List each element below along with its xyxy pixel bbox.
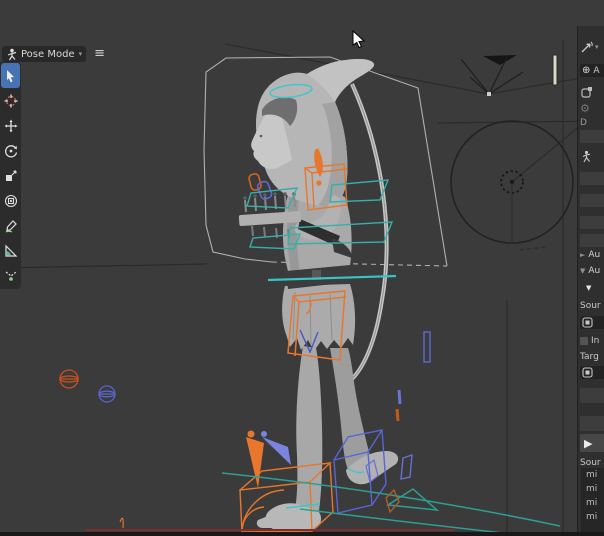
blender-window: File Edit Render Window Help Layout Mode… [0,0,604,536]
rotate-icon [4,144,18,158]
add-button[interactable]: ⊕ A [580,64,604,77]
pose-mode-icon [6,48,18,61]
viewport-3d[interactable] [0,0,604,536]
bone-segment-orange[interactable] [397,409,398,421]
mouse-cursor [352,30,366,48]
truncated-label-d: D [580,118,604,128]
influence-checkbox-row[interactable]: In [580,336,604,346]
chevron-down-icon: ▾ [595,43,599,51]
right-sidebar-panel: ▾ ⊕ A ⚙ D ► Au [577,26,604,536]
source2-label: Sour [580,458,604,468]
hamburger-menu-icon[interactable]: ≡ [94,47,105,61]
mode-value: Pose Mode [21,49,75,60]
play-button[interactable]: ▶ [580,434,604,452]
plus-circle-icon: ⊕ [582,65,590,76]
panel-editor-selector[interactable]: ▾ [580,40,604,54]
source-label: Sour [580,301,604,311]
bottom-editor-edge [0,532,604,536]
annotate-pencil-icon [4,219,18,233]
animation-list[interactable]: mi mi mi mi [581,468,604,534]
panel-button[interactable] [580,194,604,207]
cursor-3d-icon [4,94,18,108]
influence-label: In [591,336,599,346]
add-button-label: A [593,66,599,76]
sub-arrow-icon: ▼ [586,284,591,292]
tool-rotate[interactable] [1,138,20,163]
bone-shape-tab[interactable] [580,86,604,99]
list-item[interactable]: mi [581,482,604,496]
target-datablock-dropdown[interactable] [580,366,604,379]
panel-button[interactable] [580,388,604,403]
panel-button[interactable] [580,216,604,229]
breakdowner-icon [4,270,18,282]
mode-dropdown[interactable]: Pose Mode ▾ [2,46,86,62]
select-box-icon [4,69,17,83]
collapsed-panel-header[interactable]: ► Au [580,250,604,260]
armature-datablock-icon [582,317,593,328]
target-label: Targ [580,352,604,362]
play-icon: ▶ [584,437,592,450]
chevron-down-icon: ▾ [79,50,83,58]
measure-icon [4,244,18,258]
tool-scale[interactable] [1,163,20,188]
panel-button[interactable] [580,416,604,431]
transform-icon [4,194,18,208]
tool-move[interactable] [1,113,20,138]
corners-icon [580,86,593,99]
light-bar-object[interactable] [553,55,557,85]
list-item[interactable]: mi [581,468,604,482]
expanded-panel-header[interactable]: ▼ Au [580,266,604,276]
scale-icon [4,169,18,183]
pose-figure-icon [580,150,593,163]
source-datablock-dropdown[interactable] [580,316,604,329]
panel-title: Au [588,266,600,276]
armature-datablock-icon [582,367,593,378]
panel-editor-icon [580,40,594,54]
sub-panel-arrow[interactable]: ▼ [586,284,604,292]
move-icon [4,119,18,133]
checkbox[interactable] [580,337,588,345]
gear-tab[interactable]: ⚙ [580,102,604,115]
panel-title: Au [588,250,600,260]
tool-measure[interactable] [1,238,20,263]
list-item[interactable]: mi [581,496,604,510]
panel-button[interactable] [580,130,604,143]
mode-row: Pose Mode ▾ ≡ [2,46,105,62]
list-item[interactable]: mi [581,510,604,524]
armature-tab[interactable] [580,150,604,163]
tool-palette [0,62,21,289]
tool-select-box[interactable] [1,63,20,88]
panel-button[interactable] [580,172,604,185]
tool-pose-breakdowner[interactable] [1,263,20,288]
expand-arrow-icon: ▼ [580,267,585,275]
tool-cursor[interactable] [1,88,20,113]
panel-button[interactable] [580,234,604,247]
bone-segment-blue[interactable] [399,390,400,404]
gear-icon: ⚙ [580,102,590,115]
collapse-arrow-icon: ► [580,251,585,259]
tool-transform[interactable] [1,188,20,213]
tool-annotate[interactable] [1,213,20,238]
